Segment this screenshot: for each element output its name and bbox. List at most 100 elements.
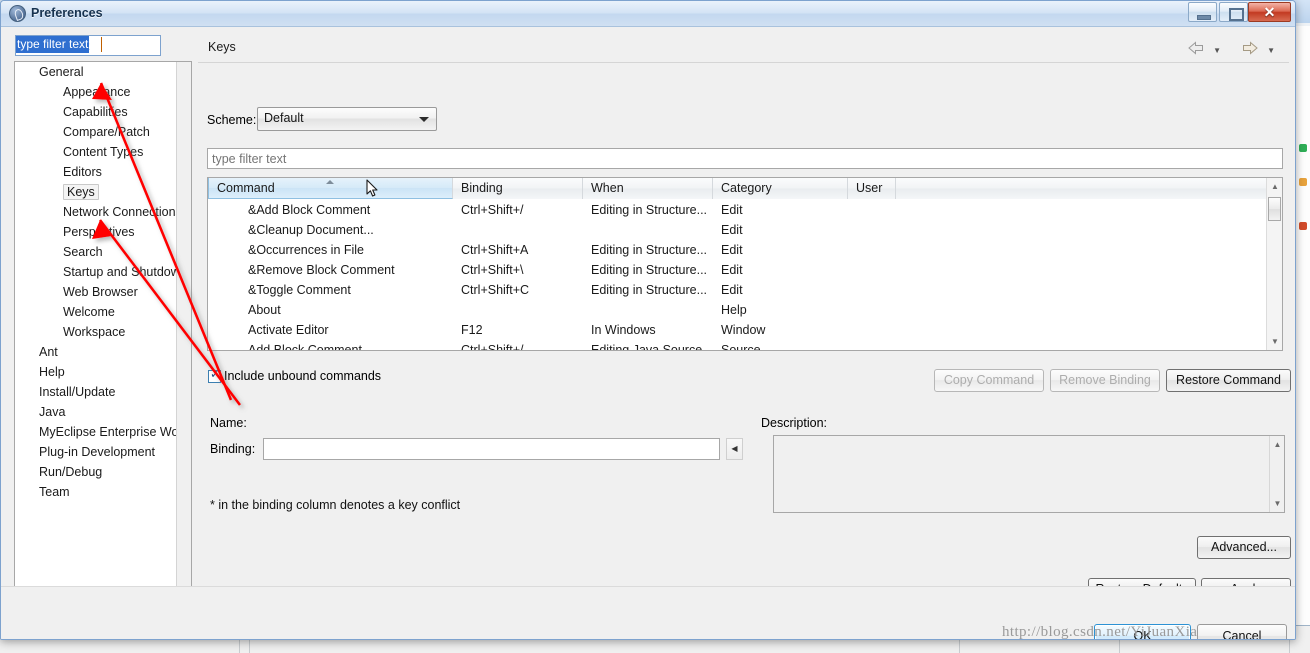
sidebar-item-label: Editors bbox=[63, 165, 102, 179]
cell-when: Editing in Structure... bbox=[591, 263, 708, 277]
sidebar-item-help[interactable]: Help bbox=[15, 362, 191, 382]
include-unbound-label[interactable]: Include unbound commands bbox=[224, 369, 381, 383]
sidebar-item-compare-patch[interactable]: Compare/Patch bbox=[15, 122, 191, 142]
sidebar-item-general[interactable]: General bbox=[15, 62, 191, 82]
maximize-icon bbox=[1220, 3, 1247, 21]
remove-binding-button[interactable]: Remove Binding bbox=[1050, 369, 1160, 392]
sidebar-item-label: Network Connections bbox=[63, 205, 182, 219]
minimize-button[interactable] bbox=[1188, 2, 1217, 22]
column-header-when[interactable]: When bbox=[583, 178, 713, 199]
include-unbound-checkbox[interactable] bbox=[208, 367, 221, 383]
dialog-titlebar[interactable]: Preferences ✕ bbox=[1, 1, 1295, 27]
sidebar-item-label: Web Browser bbox=[63, 285, 138, 299]
table-row[interactable]: &Occurrences in File Ctrl+Shift+A Editing … bbox=[208, 240, 1266, 260]
keys-table-vscroll-thumb[interactable] bbox=[1268, 197, 1281, 221]
sidebar-item-workspace[interactable]: Workspace bbox=[15, 322, 191, 342]
scroll-down-icon[interactable]: ▼ bbox=[1270, 495, 1285, 512]
sidebar-item-label: Compare/Patch bbox=[63, 125, 150, 139]
close-button[interactable]: ✕ bbox=[1248, 2, 1291, 22]
watermark: http://blog.csdn.net/YiJuanXia bbox=[1002, 624, 1198, 640]
sidebar-item-java[interactable]: Java bbox=[15, 402, 191, 422]
column-header-binding[interactable]: Binding bbox=[453, 178, 583, 199]
sort-ascending-icon bbox=[326, 180, 334, 184]
table-row[interactable]: &Cleanup Document... Edit bbox=[208, 220, 1266, 240]
scroll-up-icon[interactable]: ▲ bbox=[1267, 178, 1282, 195]
maximize-button[interactable] bbox=[1219, 2, 1248, 22]
cell-user bbox=[856, 340, 894, 350]
forward-dropdown-chevron-icon[interactable]: ▼ bbox=[1267, 46, 1275, 55]
sidebar-item-label: Ant bbox=[39, 345, 58, 359]
tree-vertical-scrollbar[interactable] bbox=[176, 62, 191, 604]
table-row[interactable]: Add Block Comment Ctrl+Shift+/ Editing Jav… bbox=[208, 340, 1266, 350]
previous-icon[interactable]: ◀ bbox=[726, 438, 743, 460]
sidebar-item-plug-in-development[interactable]: Plug-in Development bbox=[15, 442, 191, 462]
cell-command: Add Block Comment bbox=[248, 343, 362, 350]
back-dropdown-chevron-icon[interactable]: ▼ bbox=[1213, 46, 1221, 55]
sidebar-item-appearance[interactable]: Appearance bbox=[15, 82, 191, 102]
keys-table-body[interactable]: &Add Block Comment Ctrl+Shift+/ Editing in… bbox=[208, 200, 1266, 350]
sidebar-item-label: Keys bbox=[63, 184, 99, 200]
sidebar-item-run-debug[interactable]: Run/Debug bbox=[15, 462, 191, 482]
keys-filter-input[interactable] bbox=[207, 148, 1283, 169]
cell-command: Activate Editor bbox=[248, 323, 329, 337]
sidebar-item-myeclipse-enterprise-wor[interactable]: MyEclipse Enterprise Wor bbox=[15, 422, 191, 442]
sidebar-item-perspectives[interactable]: Perspectives bbox=[15, 222, 191, 242]
forward-arrow-icon[interactable] bbox=[1241, 41, 1259, 55]
marker-red-icon bbox=[1299, 222, 1307, 230]
cancel-button[interactable]: Cancel bbox=[1197, 624, 1287, 639]
scroll-down-icon[interactable]: ▼ bbox=[1267, 333, 1282, 350]
text-caret bbox=[101, 37, 102, 52]
sidebar-item-ant[interactable]: Ant bbox=[15, 342, 191, 362]
preferences-tree-items: General Appearance Capabilities Compare/Pat… bbox=[15, 62, 191, 502]
table-row[interactable]: Activate Editor F12 In Windows Window bbox=[208, 320, 1266, 340]
column-header-spacer[interactable] bbox=[896, 178, 1274, 199]
column-header-user[interactable]: User bbox=[848, 178, 896, 199]
cell-when bbox=[591, 220, 711, 240]
cell-command: &Add Block Comment bbox=[248, 203, 371, 217]
binding-label: Binding: bbox=[210, 442, 256, 456]
table-row[interactable]: &Toggle Comment Ctrl+Shift+C Editing in St… bbox=[208, 280, 1266, 300]
sidebar-item-install-update[interactable]: Install/Update bbox=[15, 382, 191, 402]
table-row[interactable]: About Help bbox=[208, 300, 1266, 320]
advanced-button[interactable]: Advanced... bbox=[1197, 536, 1291, 559]
cell-binding: Ctrl+Shift+/ bbox=[461, 203, 524, 217]
scheme-selected-value: Default bbox=[264, 111, 304, 125]
keys-table[interactable]: User Category When Binding Command &Add Bloc… bbox=[207, 177, 1283, 351]
back-arrow-icon[interactable] bbox=[1187, 41, 1205, 55]
sidebar-item-content-types[interactable]: Content Types bbox=[15, 142, 191, 162]
sidebar-item-label: Help bbox=[39, 365, 65, 379]
cell-category: Edit bbox=[721, 243, 743, 257]
close-icon: ✕ bbox=[1263, 4, 1276, 20]
name-label: Name: bbox=[210, 416, 247, 430]
restore-command-button[interactable]: Restore Command bbox=[1166, 369, 1291, 392]
scroll-up-icon[interactable]: ▲ bbox=[1270, 436, 1285, 453]
sidebar-item-capabilities[interactable]: Capabilities bbox=[15, 102, 191, 122]
sidebar-item-startup-and-shutdown[interactable]: Startup and Shutdown bbox=[15, 262, 191, 282]
description-box[interactable]: ▲ ▼ bbox=[773, 435, 1285, 513]
binding-input[interactable] bbox=[263, 438, 720, 460]
cell-binding: Ctrl+Shift+/ bbox=[461, 343, 524, 350]
sidebar-item-keys[interactable]: Keys bbox=[15, 182, 191, 202]
page-title: Keys bbox=[208, 40, 236, 54]
scheme-combobox[interactable]: Default bbox=[257, 107, 437, 131]
sidebar-item-editors[interactable]: Editors bbox=[15, 162, 191, 182]
cell-binding bbox=[461, 220, 581, 240]
sidebar-item-team[interactable]: Team bbox=[15, 482, 191, 502]
copy-command-button[interactable]: Copy Command bbox=[934, 369, 1044, 392]
column-header-category[interactable]: Category bbox=[713, 178, 848, 199]
sidebar-item-search[interactable]: Search bbox=[15, 242, 191, 262]
sidebar-item-label: Perspectives bbox=[63, 225, 135, 239]
table-row[interactable]: &Remove Block Comment Ctrl+Shift+\ Editing… bbox=[208, 260, 1266, 280]
sidebar-item-web-browser[interactable]: Web Browser bbox=[15, 282, 191, 302]
preferences-tree[interactable]: General Appearance Capabilities Compare/Pat… bbox=[14, 61, 192, 605]
sidebar-item-network-connections[interactable]: Network Connections bbox=[15, 202, 191, 222]
sidebar-item-label: Search bbox=[63, 245, 103, 259]
sidebar-item-label: MyEclipse Enterprise Wor bbox=[39, 425, 183, 439]
scheme-label: Scheme: bbox=[207, 113, 257, 127]
cell-when: In Windows bbox=[591, 323, 656, 337]
keys-table-vertical-scrollbar[interactable]: ▲ ▼ bbox=[1266, 178, 1282, 350]
sidebar-item-label: Plug-in Development bbox=[39, 445, 156, 459]
description-vertical-scrollbar[interactable]: ▲ ▼ bbox=[1269, 436, 1284, 512]
sidebar-item-welcome[interactable]: Welcome bbox=[15, 302, 191, 322]
table-row[interactable]: &Add Block Comment Ctrl+Shift+/ Editing in… bbox=[208, 200, 1266, 220]
